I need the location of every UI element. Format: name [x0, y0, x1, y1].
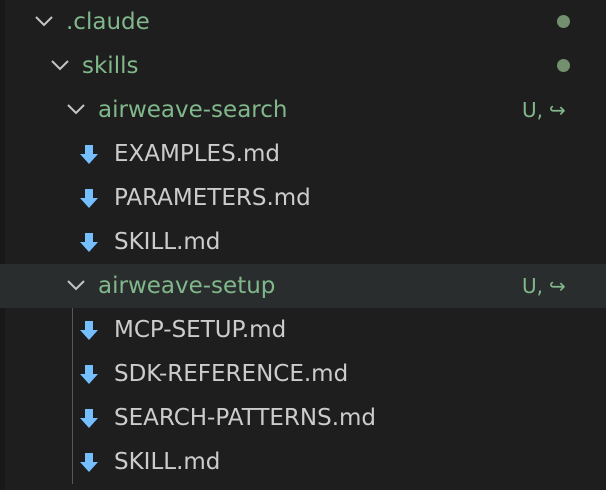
- dot-icon: [557, 59, 570, 72]
- folder-label: skills: [82, 53, 139, 79]
- folder-airweave-search[interactable]: airweave-search U, ↪: [0, 88, 606, 132]
- file-label: PARAMETERS.md: [114, 185, 311, 211]
- git-status-badge: U, ↪: [522, 264, 566, 308]
- file-label: SKILL.md: [114, 449, 221, 475]
- file-row[interactable]: SKILL.md: [0, 220, 606, 264]
- file-label: MCP-SETUP.md: [114, 317, 287, 343]
- chevron-down-icon[interactable]: [49, 54, 71, 76]
- file-label: SKILL.md: [114, 229, 221, 255]
- file-label: EXAMPLES.md: [114, 141, 280, 167]
- download-arrow-icon: [79, 144, 99, 166]
- folder-claude[interactable]: .claude: [0, 0, 606, 44]
- file-explorer-tree: .claude skills airweave-search U, ↪ EXAMP…: [0, 0, 606, 490]
- download-arrow-icon: [79, 408, 99, 430]
- chevron-down-icon[interactable]: [33, 10, 55, 32]
- download-arrow-icon: [79, 188, 99, 210]
- download-arrow-icon: [79, 320, 99, 342]
- redirect-arrow-icon: ↪: [549, 98, 566, 122]
- folder-skills[interactable]: skills: [0, 44, 606, 88]
- file-label: SEARCH-PATTERNS.md: [114, 405, 377, 431]
- folder-airweave-setup[interactable]: airweave-setup U, ↪: [0, 264, 606, 308]
- download-arrow-icon: [79, 232, 99, 254]
- folder-label: airweave-setup: [98, 273, 276, 299]
- chevron-down-icon[interactable]: [65, 274, 87, 296]
- folder-label: airweave-search: [98, 97, 288, 123]
- redirect-arrow-icon: ↪: [549, 274, 566, 298]
- file-row[interactable]: SEARCH-PATTERNS.md: [0, 396, 606, 440]
- download-arrow-icon: [79, 364, 99, 386]
- download-arrow-icon: [79, 452, 99, 474]
- file-row[interactable]: EXAMPLES.md: [0, 132, 606, 176]
- file-row[interactable]: MCP-SETUP.md: [0, 308, 606, 352]
- dot-icon: [557, 15, 570, 28]
- file-row[interactable]: SDK-REFERENCE.md: [0, 352, 606, 396]
- file-label: SDK-REFERENCE.md: [114, 361, 349, 387]
- file-row[interactable]: PARAMETERS.md: [0, 176, 606, 220]
- folder-label: .claude: [66, 9, 150, 35]
- file-row[interactable]: SKILL.md: [0, 440, 606, 484]
- git-status-badge: U, ↪: [522, 88, 566, 132]
- chevron-down-icon[interactable]: [65, 98, 87, 120]
